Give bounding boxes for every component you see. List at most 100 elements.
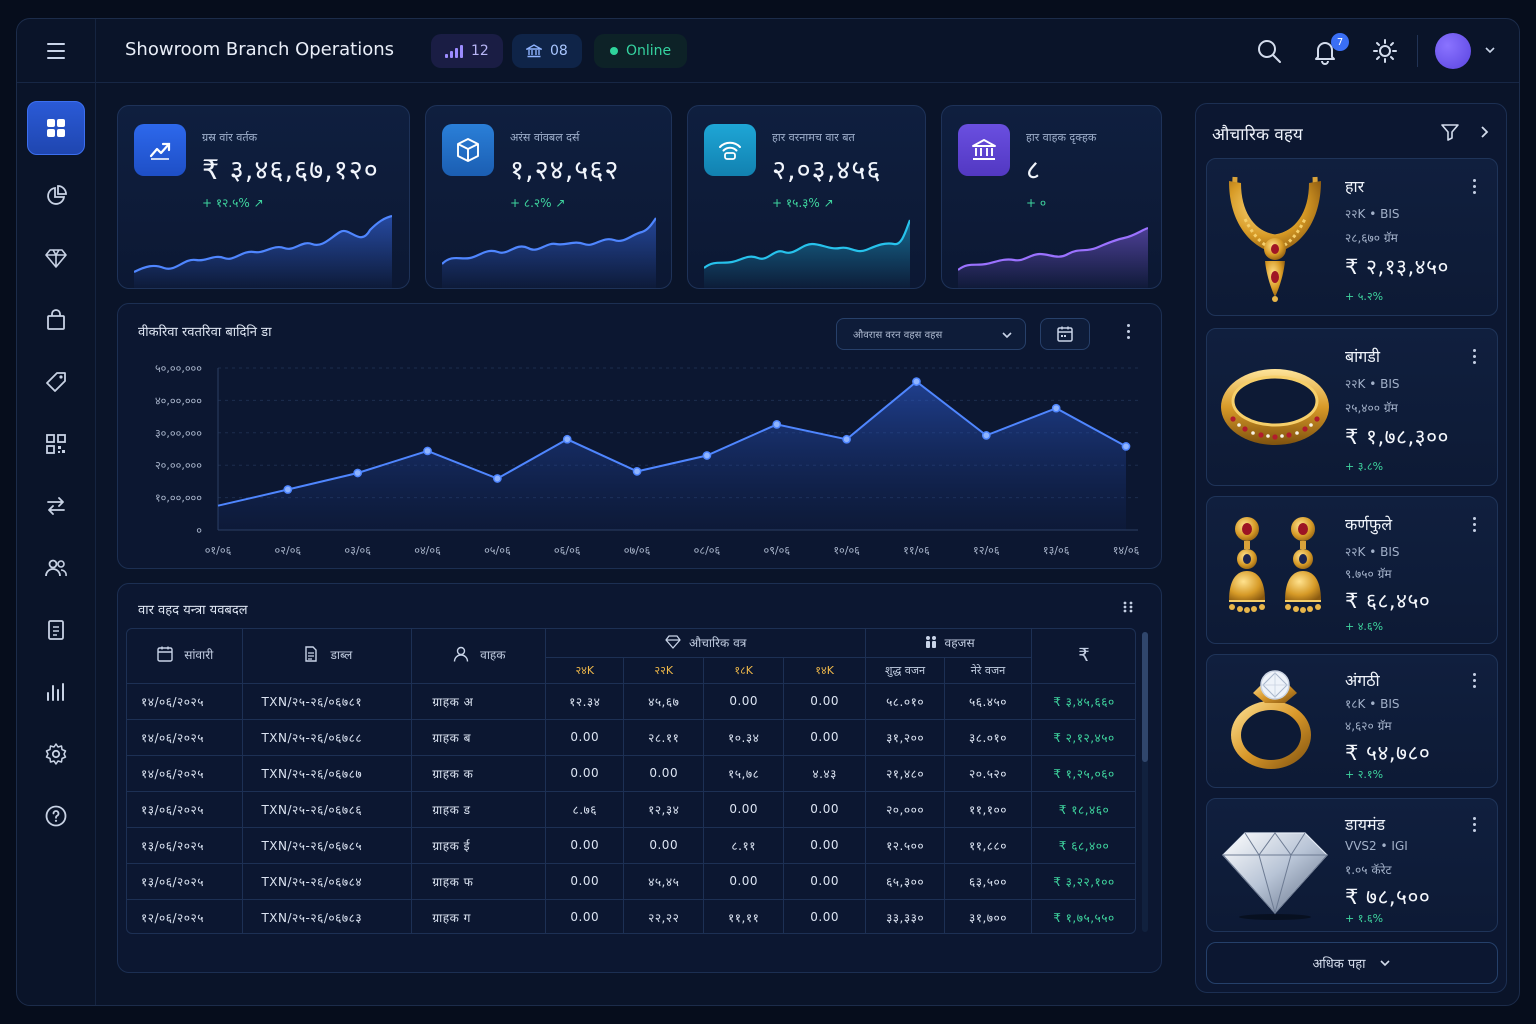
table-row[interactable]: १३/०६/२०२५ TXN/२५-२६/०६७८४ ग्राहक फ 0.00 ४५,…	[127, 863, 1135, 900]
product-card[interactable]: बांगडी २२K • BIS २५,४०० ग्रॅम ₹ १,७८,३००…	[1206, 328, 1498, 486]
drag-handle-icon[interactable]	[1122, 600, 1134, 614]
help-icon	[45, 805, 67, 827]
avatar[interactable]	[1435, 33, 1471, 69]
separator-dot: •	[1369, 377, 1381, 391]
column-header-net-weight[interactable]: शुद्ध वजन	[865, 657, 946, 684]
kpi-card-items[interactable]: अरंस वांवबल दर्स १,२४,५६२ + ८.२% ↗	[425, 105, 672, 289]
data-point[interactable]	[772, 420, 782, 429]
data-point[interactable]	[632, 467, 642, 476]
sidebar-item-settings[interactable]	[27, 727, 85, 781]
product-card[interactable]: कर्णफुले २२K • BIS ९.७५० ग्रॅम ₹ ६८,४५० …	[1206, 496, 1498, 644]
data-point[interactable]	[562, 434, 572, 444]
kpi-delta: + १५.३% ↗	[772, 196, 834, 210]
column-header-karat[interactable]: १८K	[703, 657, 785, 684]
filter-icon[interactable]	[1440, 122, 1460, 142]
column-header-customer[interactable]: वाहक	[411, 629, 547, 684]
kpi-label: अरंस वांवबल दर्स	[510, 131, 580, 144]
table-row[interactable]: १२/०६/२०२५ TXN/२५-२६/०६७८३ ग्राहक ग 0.00 २२,…	[127, 899, 1135, 933]
table-cell: 0.00	[545, 755, 625, 792]
table-cell: ४५,४५	[623, 863, 705, 900]
trend-chart: ५०,००,००० ४०,००,००० ३०,००,००० २०,००,००० १०,०…	[155, 362, 1140, 557]
sidebar-item-jewellery[interactable]	[27, 231, 85, 285]
product-card[interactable]: अंगठी १८K • BIS ४,६२० ग्रॅम ₹ ५४,७८० + २…	[1206, 654, 1498, 788]
data-point[interactable]	[981, 431, 991, 440]
x-tick-label: १३/०६	[1043, 544, 1070, 557]
kpi-sparkline	[704, 219, 910, 288]
data-point[interactable]	[1121, 442, 1131, 451]
more-options-icon[interactable]	[1473, 179, 1476, 194]
column-header-txn[interactable]: डाब्ल	[242, 629, 413, 684]
data-point[interactable]	[283, 485, 293, 494]
sidebar-item-analytics[interactable]	[27, 665, 85, 719]
sidebar-item-customers[interactable]	[27, 541, 85, 595]
kpi-card-orders[interactable]: हार वरनामच वार बत २,०३,४५६ + १५.३% ↗	[687, 105, 926, 289]
table-cell: १३/०६/२०२५	[127, 863, 244, 900]
kpi-card-sales[interactable]: ग्रस्र वांर वर्तक ₹ ३,४६,६७,१२० + १२.५% …	[117, 105, 410, 289]
column-header-amount[interactable]: ₹	[1031, 629, 1135, 684]
search-icon[interactable]	[1255, 37, 1283, 65]
more-options-icon[interactable]	[1473, 673, 1476, 688]
table-cell: ₹ ३,४५,६६०	[1031, 683, 1135, 720]
data-point[interactable]	[842, 434, 851, 444]
product-weight: ९.७५० ग्रॅम	[1345, 567, 1392, 581]
table-row[interactable]: १४/०६/२०२५ TXN/२५-२६/०६७८७ ग्राहक क 0.00 0.0…	[127, 755, 1135, 792]
sidebar-item-qr[interactable]	[27, 417, 85, 471]
sidebar-item-help[interactable]	[27, 789, 85, 843]
kpi-value: २,०३,४५६	[772, 155, 882, 186]
more-options-icon[interactable]	[1127, 324, 1130, 339]
table-row[interactable]: १४/०६/२०२५ TXN/२५-२६/०६७८१ ग्राहक अ १२.३४ ४५…	[127, 683, 1135, 720]
table-scrollbar[interactable]	[1142, 632, 1148, 932]
more-options-icon[interactable]	[1473, 817, 1476, 832]
signal-chip[interactable]: 12	[431, 34, 503, 68]
branch-chip[interactable]: 08	[512, 34, 582, 68]
column-header-gross-weight[interactable]: नेरे वजन	[944, 657, 1032, 684]
kpi-card-branches[interactable]: हार वाहक दृक्हक ८ + ०	[941, 105, 1162, 289]
table-cell: 0.00	[703, 863, 785, 900]
header-label: औचारिक वत्र	[689, 635, 747, 650]
bank-icon	[958, 124, 1010, 176]
calendar-icon	[157, 646, 173, 662]
column-header-karat[interactable]: २२K	[623, 657, 705, 684]
table-row[interactable]: १४/०६/२०२५ TXN/२५-२६/०६७८८ ग्राहक ब 0.00 २८.…	[127, 719, 1135, 756]
x-tick-label: १२/०६	[973, 544, 1000, 557]
data-point[interactable]	[353, 468, 363, 478]
scrollbar-thumb[interactable]	[1142, 632, 1148, 762]
sun-icon[interactable]	[1371, 37, 1399, 65]
sidebar-item-reports[interactable]	[27, 169, 85, 223]
data-point[interactable]	[912, 377, 921, 386]
table-cell: TXN/२५-२६/०६७८६	[242, 791, 413, 828]
kpi-label: ग्रस्र वांर वर्तक	[202, 131, 258, 144]
load-more-button[interactable]: अधिक पहा	[1206, 942, 1498, 984]
sidebar-item-ledger[interactable]	[27, 603, 85, 657]
column-header-karat[interactable]: १४K	[783, 657, 867, 684]
sidebar-item-transfer[interactable]	[27, 479, 85, 533]
more-options-icon[interactable]	[1473, 349, 1476, 364]
table-cell: ₹ १८,४६०	[1031, 791, 1135, 828]
table-cell: १४/०६/२०२५	[127, 719, 244, 756]
product-price: ₹ ७८,५००	[1345, 885, 1431, 909]
sidebar-item-tags[interactable]	[27, 355, 85, 409]
menu-icon[interactable]	[39, 37, 73, 65]
user-icon	[453, 647, 469, 662]
column-header-karat[interactable]: २४K	[545, 657, 625, 684]
wifi-icon	[704, 124, 756, 176]
product-card[interactable]: हार २२K • BIS २८,६७० ग्रॅम ₹ २,१३,४५० + …	[1206, 158, 1498, 316]
data-point[interactable]	[702, 451, 712, 460]
table-row[interactable]: १३/०६/२०२५ TXN/२५-२६/०६७८६ ग्राहक ड ८.७६ १२,…	[127, 791, 1135, 828]
data-point[interactable]	[423, 446, 432, 456]
status-badge: Online	[594, 34, 688, 68]
product-weight: १.०५ कॅरेट	[1345, 863, 1392, 877]
data-point[interactable]	[493, 474, 502, 483]
product-karat: VVS2	[1345, 839, 1377, 853]
table-row[interactable]: १३/०६/२०२५ TXN/२५-२६/०६७८५ ग्राहक ई 0.00 0.0…	[127, 827, 1135, 864]
chevron-right-icon[interactable]	[1478, 124, 1492, 140]
column-header-date[interactable]: सांवारी	[127, 629, 244, 684]
sidebar-item-dashboard[interactable]	[27, 101, 85, 155]
product-card[interactable]: डायमंड VVS2 • IGI १.०५ कॅरेट ₹ ७८,५०० + …	[1206, 798, 1498, 932]
sidebar-item-orders[interactable]	[27, 293, 85, 347]
trend-up-icon	[134, 124, 186, 176]
chevron-down-icon[interactable]	[1483, 43, 1497, 57]
data-point[interactable]	[1051, 403, 1061, 413]
x-tick-label: ०४/०६	[414, 544, 441, 557]
more-options-icon[interactable]	[1473, 517, 1476, 532]
